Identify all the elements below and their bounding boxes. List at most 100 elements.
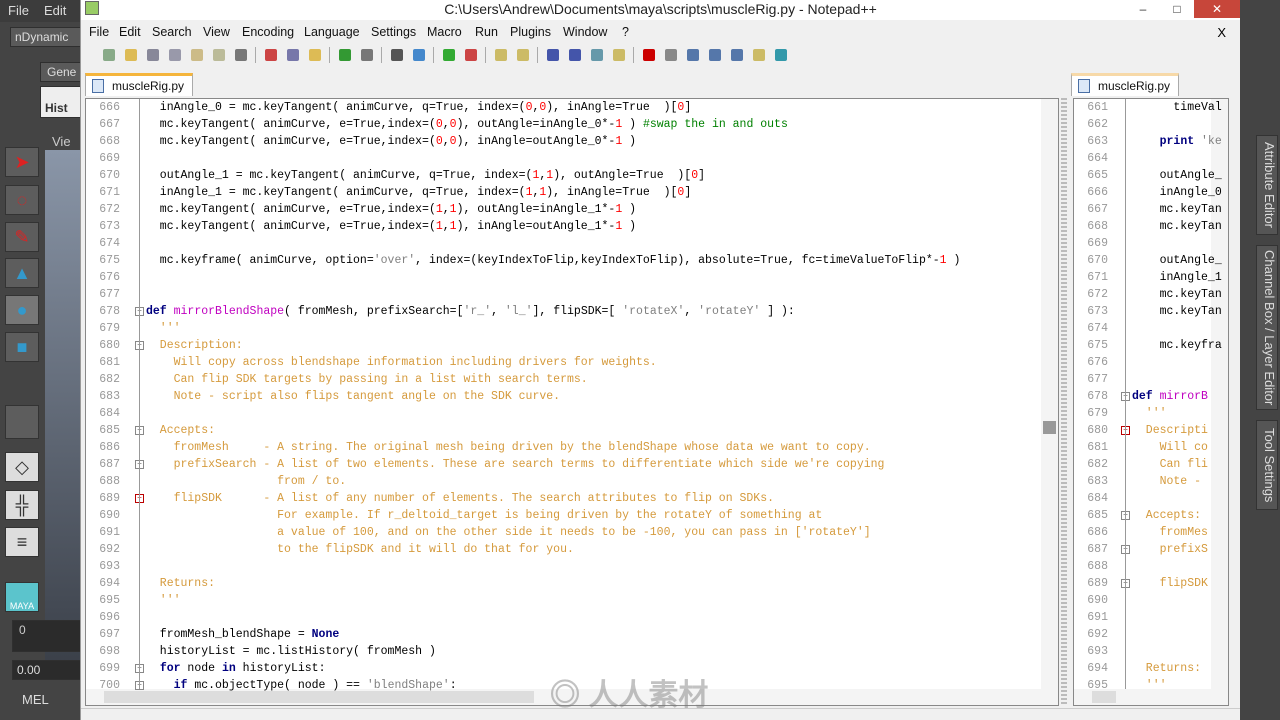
sync-vertical-icon[interactable] xyxy=(491,46,510,64)
viewport[interactable] xyxy=(45,150,82,670)
paint-tool-icon[interactable]: ✎ xyxy=(5,222,39,252)
menu-search[interactable]: Search xyxy=(152,25,192,39)
code-line: 681 Will copy across blendshape informat… xyxy=(86,354,1058,371)
line-number: 672 xyxy=(1087,288,1108,301)
spell-check-icon[interactable] xyxy=(771,46,790,64)
empty-tool-slot xyxy=(5,405,39,439)
code-text: historyList = mc.listHistory( fromMesh ) xyxy=(146,643,436,660)
split-divider[interactable] xyxy=(1061,98,1067,706)
code-text: Will copy across blendshape information … xyxy=(146,354,657,371)
maximize-button[interactable]: □ xyxy=(1160,0,1194,18)
open-file-icon[interactable] xyxy=(121,46,140,64)
outliner-layout-icon[interactable]: ≡ xyxy=(5,527,39,557)
menu-help[interactable]: ? xyxy=(622,25,629,39)
word-wrap-icon[interactable] xyxy=(543,46,562,64)
editor-main[interactable]: 666 inAngle_0 = mc.keyTangent( animCurve… xyxy=(85,98,1059,706)
code-text: inAngle_0 xyxy=(1132,184,1222,201)
redo-icon[interactable] xyxy=(357,46,376,64)
move-tool-icon[interactable]: ▲ xyxy=(5,258,39,288)
four-view-layout-icon[interactable]: ╬ xyxy=(5,490,39,520)
code-line: 686 fromMes xyxy=(1074,524,1228,541)
code-line: 678 def mirrorBlendShape( fromMesh, prefi… xyxy=(86,303,1058,320)
menu-plugins[interactable]: Plugins xyxy=(510,25,551,39)
doc-map-icon[interactable] xyxy=(609,46,628,64)
code-text: Accepts: xyxy=(146,422,215,439)
zoom-in-icon[interactable] xyxy=(439,46,458,64)
code-line: 691 xyxy=(1074,609,1228,626)
menu-window[interactable]: Window xyxy=(563,25,607,39)
close-all-icon[interactable] xyxy=(209,46,228,64)
code-line: 673 mc.keyTangent( animCurve, e=True,ind… xyxy=(86,218,1058,235)
minimize-button[interactable]: – xyxy=(1126,0,1160,18)
save-all-icon[interactable] xyxy=(165,46,184,64)
shelf-tab-general[interactable]: Gene xyxy=(40,62,82,82)
sync-horizontal-icon[interactable] xyxy=(513,46,532,64)
lasso-tool-icon[interactable]: ◌ xyxy=(5,185,39,215)
replace-icon[interactable] xyxy=(409,46,428,64)
menu-language[interactable]: Language xyxy=(304,25,360,39)
scale-tool-icon[interactable]: ■ xyxy=(5,332,39,362)
stop-macro-icon[interactable] xyxy=(661,46,680,64)
code-line: 670 outAngle_1 = mc.keyTangent( animCurv… xyxy=(86,167,1058,184)
line-number: 679 xyxy=(1087,407,1108,420)
tab-attribute-editor[interactable]: Attribute Editor xyxy=(1256,135,1278,235)
maya-menubar: File Edit xyxy=(0,0,82,22)
time-field[interactable]: 0.00 xyxy=(12,660,82,680)
rotate-tool-icon[interactable]: ● xyxy=(5,295,39,325)
print-icon[interactable] xyxy=(231,46,250,64)
close-icon[interactable] xyxy=(187,46,206,64)
paste-icon[interactable] xyxy=(305,46,324,64)
editor-right[interactable]: 661 timeVal 662 663 print 'ke 664 665 outAng… xyxy=(1073,98,1229,706)
code-line: 675 mc.keyfra xyxy=(1074,337,1228,354)
tab-channel-box[interactable]: Channel Box / Layer Editor xyxy=(1256,245,1278,410)
indent-guide-icon[interactable] xyxy=(587,46,606,64)
select-tool-icon[interactable]: ➤ xyxy=(5,147,39,177)
menu-view[interactable]: View xyxy=(203,25,230,39)
line-number: 692 xyxy=(1087,628,1108,641)
play-macro-icon[interactable] xyxy=(683,46,702,64)
maya-menu-edit[interactable]: Edit xyxy=(44,3,66,18)
menu-run[interactable]: Run xyxy=(475,25,498,39)
menu-macro[interactable]: Macro xyxy=(427,25,462,39)
code-text: outAngle_ xyxy=(1132,252,1222,269)
single-view-layout-icon[interactable]: ◇ xyxy=(5,452,39,482)
menu-edit[interactable]: Edit xyxy=(119,25,141,39)
code-token: ), outAngle=inAngle_1*- xyxy=(456,203,616,216)
run-macro-multiple-icon[interactable] xyxy=(705,46,724,64)
close-window-button[interactable]: ✕ xyxy=(1194,0,1240,18)
code-line: 693 xyxy=(1074,643,1228,660)
new-file-icon[interactable] xyxy=(99,46,118,64)
save-macro-icon[interactable] xyxy=(727,46,746,64)
code-text: ''' xyxy=(1132,677,1167,694)
tab-tool-settings[interactable]: Tool Settings xyxy=(1256,420,1278,510)
menu-settings[interactable]: Settings xyxy=(371,25,416,39)
cut-icon[interactable] xyxy=(261,46,280,64)
tab-musclerig-left[interactable]: muscleRig.py xyxy=(85,73,194,96)
copy-icon[interactable] xyxy=(283,46,302,64)
code-text: inAngle_1 = mc.keyTangent( animCurve, q=… xyxy=(146,184,691,201)
code-line: 690 xyxy=(1074,592,1228,609)
zoom-out-icon[interactable] xyxy=(461,46,480,64)
code-line: 674 xyxy=(1074,320,1228,337)
close-document-button[interactable]: X xyxy=(1217,25,1226,40)
find-icon[interactable] xyxy=(387,46,406,64)
undo-icon[interactable] xyxy=(335,46,354,64)
code-line: 671 inAngle_1 xyxy=(1074,269,1228,286)
code-line: 677 xyxy=(86,286,1058,303)
tab-musclerig-right[interactable]: muscleRig.py xyxy=(1071,73,1180,96)
code-text: inAngle_1 xyxy=(1132,269,1222,286)
menu-encoding[interactable]: Encoding xyxy=(242,25,294,39)
record-macro-icon[interactable] xyxy=(639,46,658,64)
code-line: 690 For example. If r_deltoid_target is … xyxy=(86,507,1058,524)
monitor-file-icon[interactable] xyxy=(749,46,768,64)
maya-menu-file[interactable]: File xyxy=(8,3,29,18)
view-menu-label[interactable]: Vie xyxy=(52,134,71,149)
show-all-chars-icon[interactable] xyxy=(565,46,584,64)
line-number: 688 xyxy=(99,475,120,488)
save-icon[interactable] xyxy=(143,46,162,64)
script-language-button[interactable]: MEL xyxy=(22,692,49,707)
history-button[interactable]: Hist xyxy=(40,86,82,118)
shelf-dropdown[interactable]: nDynamic xyxy=(10,27,82,47)
menu-file[interactable]: File xyxy=(89,25,109,39)
frame-field[interactable]: 0 xyxy=(12,620,82,652)
